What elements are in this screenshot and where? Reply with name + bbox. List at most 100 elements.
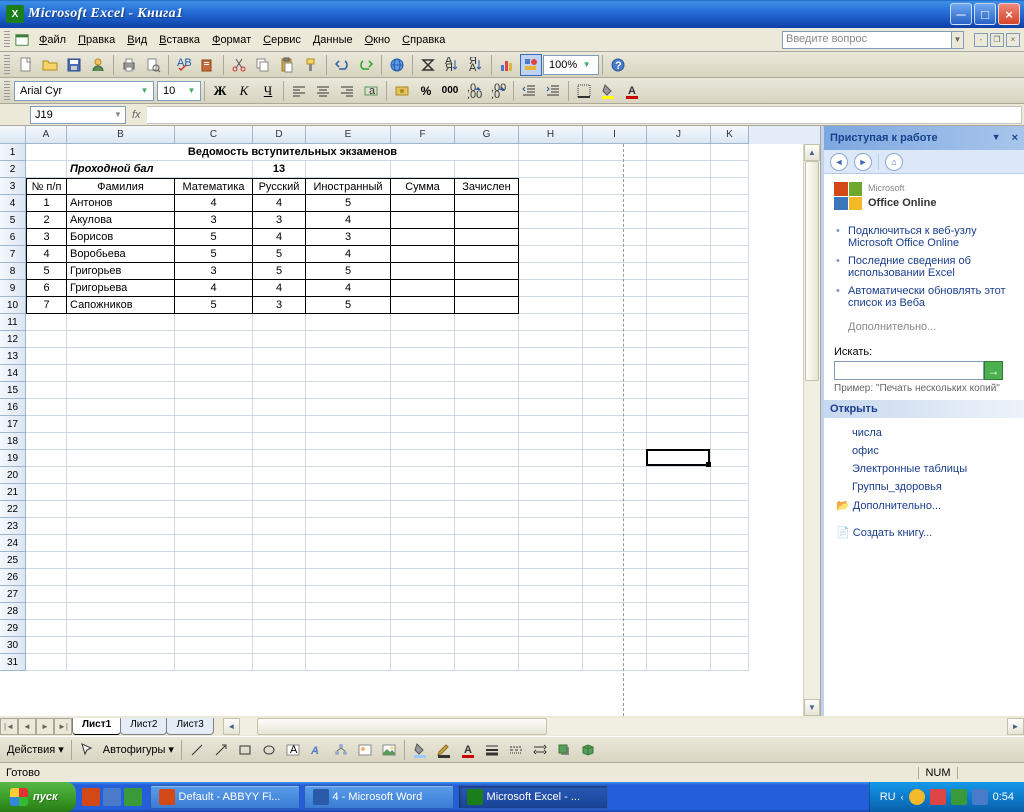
cell-A12[interactable]: [26, 331, 67, 348]
cell-D28[interactable]: [253, 603, 306, 620]
taskpane-link[interactable]: Подключиться к веб-узлу Microsoft Office…: [834, 222, 1014, 252]
col-header-H[interactable]: H: [519, 126, 583, 144]
cell-H4[interactable]: [519, 195, 583, 212]
permission-icon[interactable]: [87, 54, 109, 76]
cell-K6[interactable]: [711, 229, 749, 246]
cell-D14[interactable]: [253, 365, 306, 382]
cell-E5[interactable]: 4: [306, 212, 391, 229]
cell-D4[interactable]: 4: [253, 195, 306, 212]
cell-A31[interactable]: [26, 654, 67, 671]
menu-Сервис[interactable]: Сервис: [257, 32, 307, 48]
ql-icon[interactable]: [103, 788, 121, 806]
taskpane-link[interactable]: Автоматически обновлять этот список из В…: [834, 282, 1014, 312]
cell-F10[interactable]: [391, 297, 455, 314]
cell-C27[interactable]: [175, 586, 253, 603]
cell-D31[interactable]: [253, 654, 306, 671]
cell-C23[interactable]: [175, 518, 253, 535]
cell-I19[interactable]: [583, 450, 647, 467]
cell-D13[interactable]: [253, 348, 306, 365]
cell-F16[interactable]: [391, 399, 455, 416]
cell-F14[interactable]: [391, 365, 455, 382]
cell-I1[interactable]: [583, 144, 647, 161]
font-color-icon[interactable]: A: [457, 739, 479, 761]
row-header-10[interactable]: 10: [0, 297, 26, 314]
cell-C9[interactable]: 4: [175, 280, 253, 297]
cell-G22[interactable]: [455, 501, 519, 518]
cell-E13[interactable]: [306, 348, 391, 365]
cell-D18[interactable]: [253, 433, 306, 450]
cell-F18[interactable]: [391, 433, 455, 450]
cell-E6[interactable]: 3: [306, 229, 391, 246]
cell-C20[interactable]: [175, 467, 253, 484]
cell-A13[interactable]: [26, 348, 67, 365]
cell-C5[interactable]: 3: [175, 212, 253, 229]
cell-F7[interactable]: [391, 246, 455, 263]
cell-G21[interactable]: [455, 484, 519, 501]
cell-B7[interactable]: Воробьева: [67, 246, 175, 263]
cell-E21[interactable]: [306, 484, 391, 501]
font-size-combo[interactable]: 10: [157, 81, 201, 101]
cell-G12[interactable]: [455, 331, 519, 348]
cell-B28[interactable]: [67, 603, 175, 620]
cell-D22[interactable]: [253, 501, 306, 518]
cell-B25[interactable]: [67, 552, 175, 569]
cell-J2[interactable]: [647, 161, 711, 178]
cell-I3[interactable]: [583, 178, 647, 195]
spellcheck-icon[interactable]: ABC: [173, 54, 195, 76]
cell-G4[interactable]: [455, 195, 519, 212]
cell-C25[interactable]: [175, 552, 253, 569]
merge-center-icon[interactable]: a: [360, 80, 382, 102]
row-header-20[interactable]: 20: [0, 467, 26, 484]
scroll-thumb[interactable]: [805, 161, 819, 381]
cell-D11[interactable]: [253, 314, 306, 331]
cell-G3[interactable]: Зачислен: [455, 178, 519, 195]
cell-G5[interactable]: [455, 212, 519, 229]
ql-icon[interactable]: [124, 788, 142, 806]
cell-J1[interactable]: [647, 144, 711, 161]
italic-icon[interactable]: К: [233, 80, 255, 102]
print-preview-icon[interactable]: [142, 54, 164, 76]
cell-F3[interactable]: Сумма: [391, 178, 455, 195]
cell-F21[interactable]: [391, 484, 455, 501]
cell-G23[interactable]: [455, 518, 519, 535]
grip-icon[interactable]: [4, 55, 10, 75]
new-icon[interactable]: [15, 54, 37, 76]
font-color-icon[interactable]: A: [621, 80, 643, 102]
cell-G27[interactable]: [455, 586, 519, 603]
cell-E31[interactable]: [306, 654, 391, 671]
menu-Вид[interactable]: Вид: [121, 32, 153, 48]
more-link[interactable]: Дополнительно...: [834, 318, 1014, 336]
cell-J9[interactable]: [647, 280, 711, 297]
cell-D12[interactable]: [253, 331, 306, 348]
diagram-icon[interactable]: [330, 739, 352, 761]
col-header-E[interactable]: E: [306, 126, 391, 144]
recent-file-link[interactable]: числа: [834, 424, 1014, 442]
cell-G26[interactable]: [455, 569, 519, 586]
cell-B5[interactable]: Акулова: [67, 212, 175, 229]
name-box[interactable]: J19: [30, 106, 126, 124]
scroll-left-icon[interactable]: ◄: [223, 718, 240, 735]
cell-I22[interactable]: [583, 501, 647, 518]
menu-Вставка[interactable]: Вставка: [153, 32, 206, 48]
cell-D17[interactable]: [253, 416, 306, 433]
cell-J31[interactable]: [647, 654, 711, 671]
cell-J28[interactable]: [647, 603, 711, 620]
cell-B20[interactable]: [67, 467, 175, 484]
cell-J24[interactable]: [647, 535, 711, 552]
row-header-24[interactable]: 24: [0, 535, 26, 552]
cell-K25[interactable]: [711, 552, 749, 569]
cell-A16[interactable]: [26, 399, 67, 416]
cell-J29[interactable]: [647, 620, 711, 637]
horizontal-scrollbar[interactable]: ◄ ►: [223, 718, 1024, 735]
cell-K5[interactable]: [711, 212, 749, 229]
grip-icon[interactable]: [4, 81, 10, 101]
cell-E10[interactable]: 5: [306, 297, 391, 314]
cell-E12[interactable]: [306, 331, 391, 348]
cell-C30[interactable]: [175, 637, 253, 654]
cell-D19[interactable]: [253, 450, 306, 467]
redo-icon[interactable]: [355, 54, 377, 76]
cell-G24[interactable]: [455, 535, 519, 552]
bold-icon[interactable]: Ж: [209, 80, 231, 102]
cell-A24[interactable]: [26, 535, 67, 552]
cell-A10[interactable]: 7: [26, 297, 67, 314]
